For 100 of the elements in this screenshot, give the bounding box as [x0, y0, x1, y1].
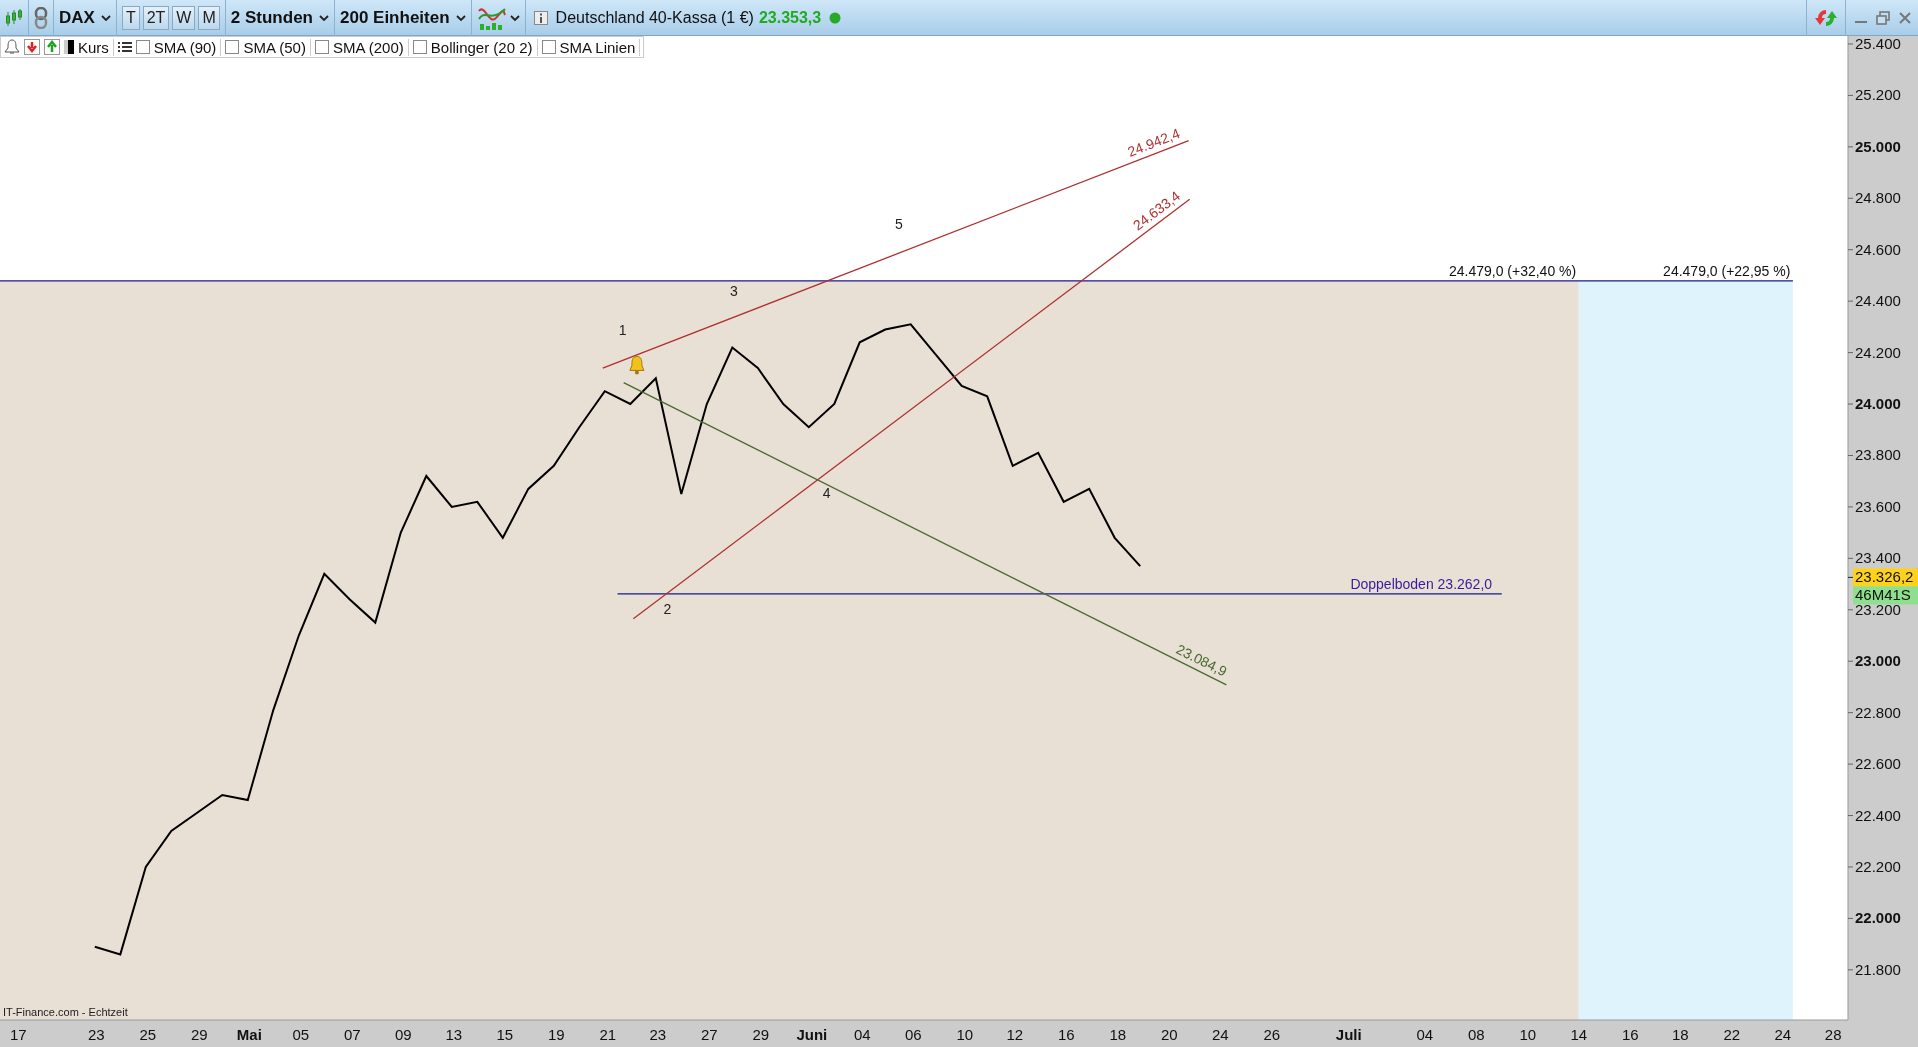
caret-icon[interactable]	[509, 14, 520, 21]
x-axis-label: 23	[649, 1026, 667, 1043]
x-axis-label: 28	[1824, 1026, 1842, 1043]
y-axis-label: 24.800	[1855, 189, 1901, 207]
list-icon[interactable]	[117, 41, 132, 53]
caret-icon	[455, 14, 466, 21]
status-dot-icon	[829, 11, 842, 24]
y-axis-label: 23.600	[1855, 497, 1901, 515]
symbol-dropdown[interactable]: DAX	[54, 0, 117, 36]
x-axis-label: 25	[139, 1026, 157, 1043]
interval-dropdown[interactable]: 2 Stunden	[225, 0, 335, 36]
y-axis-label: 22.200	[1855, 857, 1901, 875]
x-axis-label: Mai	[236, 1026, 262, 1043]
wave-label: 2	[663, 600, 672, 617]
caret-icon	[100, 14, 111, 21]
refresh-icon[interactable]	[1806, 0, 1846, 36]
x-axis-label: Juni	[796, 1026, 828, 1043]
period-button[interactable]: M	[198, 5, 220, 30]
x-axis-label: 16	[1621, 1026, 1639, 1043]
period-button[interactable]: W	[172, 5, 196, 30]
candlestick-icon[interactable]	[5, 7, 23, 28]
wave-label: 5	[895, 215, 903, 232]
period-button[interactable]: T	[121, 5, 140, 30]
y-axis-label: 22.400	[1855, 806, 1901, 824]
level-line-label: 24.479,0 (+22,95 %)	[1663, 262, 1791, 279]
y-axis-label: 24.000	[1855, 395, 1901, 413]
link-icon[interactable]	[34, 6, 48, 29]
x-axis-label: 09	[395, 1026, 412, 1043]
checkbox[interactable]	[135, 40, 150, 54]
x-axis-label: 29	[191, 1026, 208, 1043]
y-axis-label: 24.400	[1855, 292, 1901, 310]
y-axis-label: 22.800	[1855, 703, 1901, 721]
price-tag: 23.326,2	[1853, 568, 1918, 587]
x-axis-label: 23	[88, 1026, 105, 1043]
x-axis-label: 15	[496, 1026, 514, 1043]
x-axis-label: 19	[548, 1026, 565, 1043]
restore-icon[interactable]	[1876, 10, 1890, 25]
x-axis-label: 08	[1467, 1026, 1485, 1043]
y-axis-label: 25.200	[1855, 86, 1901, 104]
indicator-toggle[interactable]: SMA (50)	[225, 38, 311, 56]
y-axis-label: 25.000	[1855, 137, 1901, 155]
y-axis-label: 23.800	[1855, 446, 1901, 464]
x-axis-label: 24	[1211, 1026, 1229, 1043]
indicator-toggle[interactable]: Bollinger (20 2)	[412, 38, 538, 56]
instrument-name: Deutschland 40-Kassa (1 €)	[555, 8, 754, 27]
indicator-toggle[interactable]: SMA Linien	[541, 38, 641, 56]
level-line-label: 24.479,0 (+32,40 %)	[1448, 262, 1577, 279]
caret-icon	[318, 14, 329, 21]
period-button[interactable]: 2T	[142, 5, 170, 30]
checkbox[interactable]	[225, 40, 240, 54]
y-axis-label: 25.400	[1855, 36, 1901, 52]
bell-outline-icon[interactable]	[4, 39, 20, 55]
x-axis-label: Juli	[1335, 1026, 1362, 1043]
x-axis-label: 21	[599, 1026, 617, 1043]
x-axis-label: 05	[292, 1026, 310, 1043]
y-axis-label: 21.800	[1855, 960, 1901, 978]
x-axis-label: 13	[445, 1026, 463, 1043]
x-axis-label: 12	[1006, 1026, 1024, 1043]
y-axis-label: 23.400	[1855, 549, 1901, 567]
bell-icon[interactable]	[629, 355, 645, 375]
series-color-icon	[64, 40, 74, 54]
x-axis-label: 04	[853, 1026, 871, 1043]
x-axis-label: 16	[1057, 1026, 1075, 1043]
up-arrow-icon[interactable]	[44, 39, 60, 55]
x-axis-label: 24	[1774, 1026, 1792, 1043]
checkbox[interactable]	[541, 40, 556, 54]
wave-label: 1	[618, 322, 627, 339]
checkbox[interactable]	[412, 40, 427, 54]
x-axis-label: 07	[344, 1026, 361, 1043]
level-line[interactable]	[0, 280, 1794, 282]
x-axis-label: 26	[1263, 1026, 1281, 1043]
close-icon[interactable]	[1898, 10, 1912, 25]
down-arrow-icon[interactable]	[24, 39, 40, 55]
info-icon[interactable]	[533, 10, 548, 25]
x-axis-label: 18	[1109, 1026, 1127, 1043]
y-axis-label: 22.600	[1855, 755, 1901, 773]
wave-label: 4	[822, 484, 831, 501]
indicator-toggle[interactable]: SMA (200)	[314, 38, 409, 56]
x-axis-label: 06	[904, 1026, 922, 1043]
level-line[interactable]	[616, 593, 1503, 595]
x-axis-label: 20	[1160, 1026, 1178, 1043]
x-axis-label: 10	[1519, 1026, 1537, 1043]
countdown-tag: 46M41S	[1853, 586, 1918, 605]
x-axis-label: 29	[752, 1026, 770, 1043]
series-label[interactable]: Kurs	[78, 38, 109, 56]
x-axis-label: 10	[956, 1026, 974, 1043]
wave-label: 3	[729, 283, 738, 299]
x-axis-label: 17	[10, 1026, 27, 1043]
y-axis-label: 23.000	[1855, 652, 1901, 670]
checkbox[interactable]	[314, 40, 329, 54]
trend-line[interactable]	[623, 382, 1228, 686]
x-axis-label: 22	[1723, 1026, 1741, 1043]
x-axis-label: 27	[700, 1026, 718, 1043]
x-axis-label: 18	[1671, 1026, 1689, 1043]
indicator-toggle[interactable]: SMA (90)	[135, 38, 222, 56]
y-axis-label: 24.200	[1855, 343, 1901, 361]
x-axis-label: 14	[1570, 1026, 1588, 1043]
level-line-label: Doppelboden 23.262,0	[1350, 575, 1493, 592]
units-dropdown[interactable]: 200 Einheiten	[334, 0, 472, 36]
current-price: 23.353,3	[758, 8, 822, 27]
